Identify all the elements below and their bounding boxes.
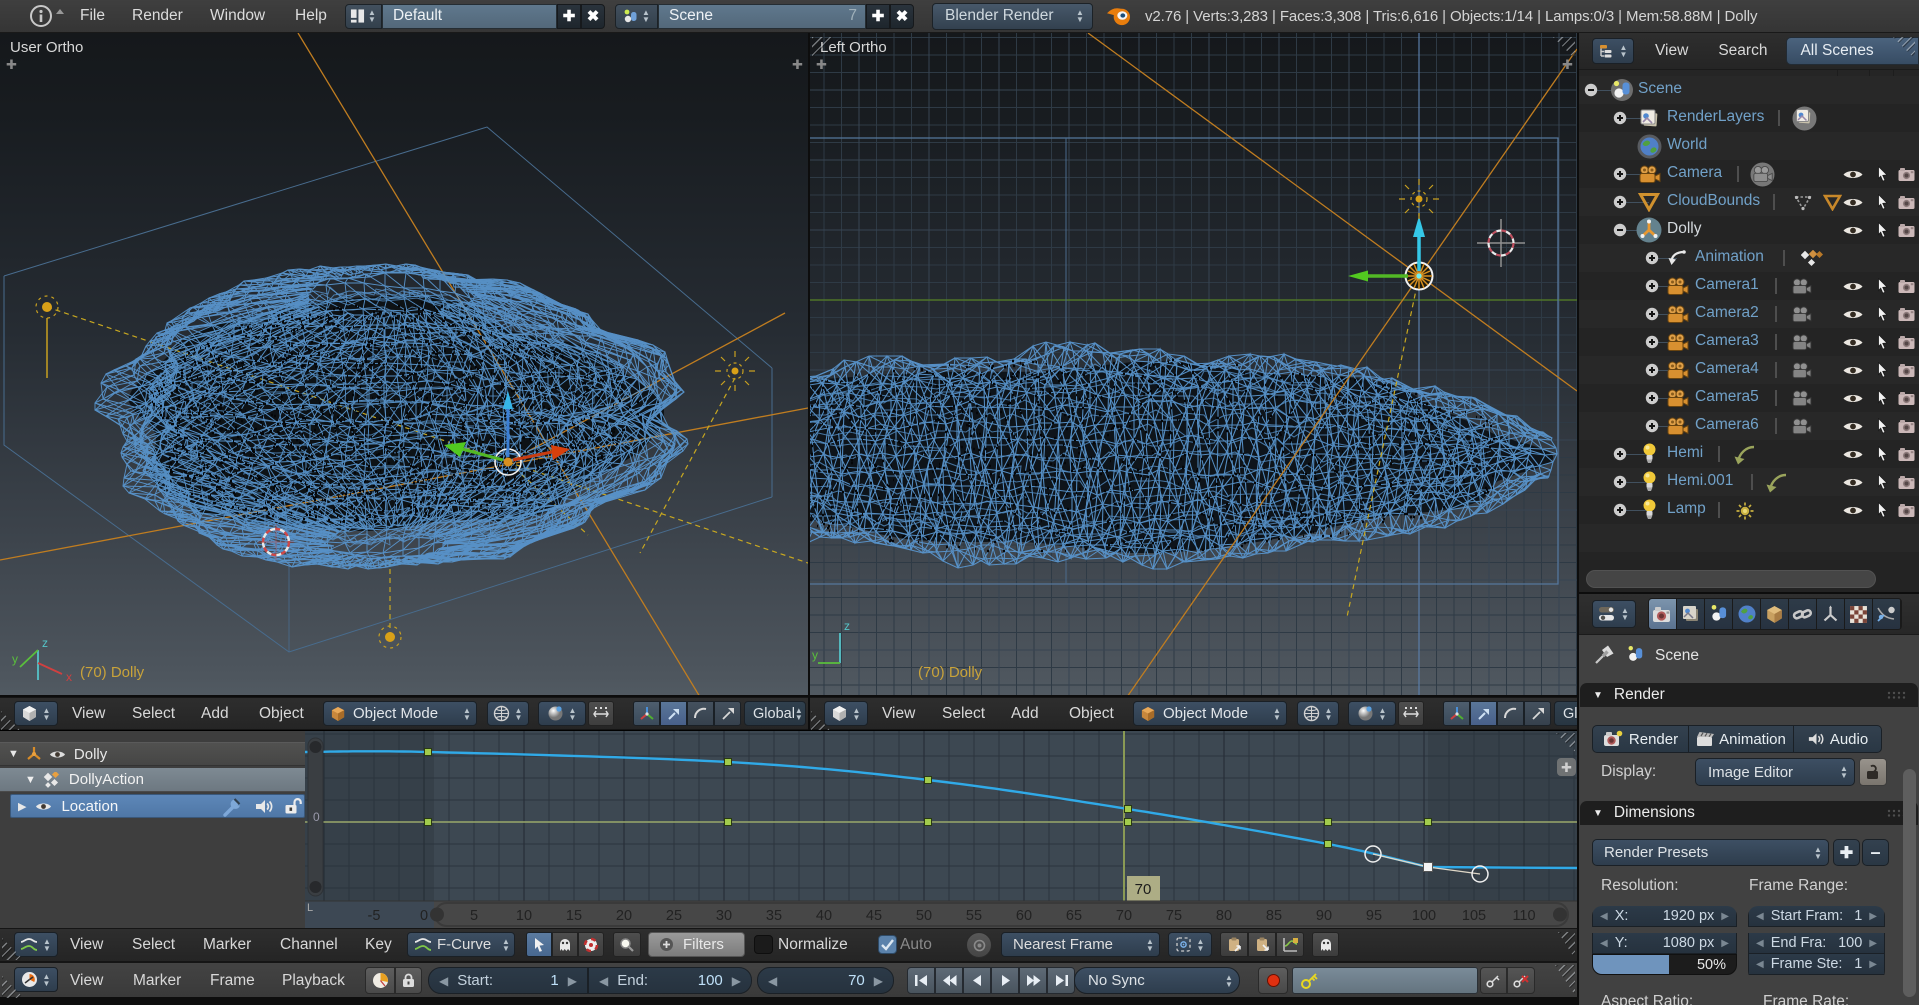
svg-text:65: 65 bbox=[1066, 908, 1082, 924]
svg-text:85: 85 bbox=[1266, 908, 1282, 924]
svg-text:25: 25 bbox=[666, 908, 682, 924]
svg-text:80: 80 bbox=[1216, 908, 1232, 924]
svg-text:50: 50 bbox=[916, 908, 932, 924]
svg-text:100: 100 bbox=[1412, 908, 1436, 924]
svg-text:✚: ✚ bbox=[6, 57, 17, 72]
svg-text:5: 5 bbox=[470, 908, 478, 924]
svg-text:z: z bbox=[844, 619, 850, 633]
svg-text:✚: ✚ bbox=[1562, 57, 1573, 72]
svg-text:15: 15 bbox=[566, 908, 582, 924]
svg-text:-5: -5 bbox=[368, 908, 381, 924]
svg-text:0: 0 bbox=[313, 810, 320, 824]
svg-text:10: 10 bbox=[516, 908, 532, 924]
svg-text:40: 40 bbox=[816, 908, 832, 924]
svg-text:L: L bbox=[307, 902, 313, 914]
svg-text:y: y bbox=[812, 648, 818, 662]
svg-text:✚: ✚ bbox=[816, 57, 827, 72]
svg-text:x: x bbox=[66, 670, 72, 684]
svg-text:110: 110 bbox=[1512, 908, 1535, 924]
svg-text:✚: ✚ bbox=[1561, 760, 1572, 775]
svg-text:0: 0 bbox=[420, 908, 428, 924]
svg-text:75: 75 bbox=[1166, 908, 1182, 924]
svg-text:60: 60 bbox=[1016, 908, 1032, 924]
svg-text:z: z bbox=[42, 636, 48, 650]
svg-text:35: 35 bbox=[766, 908, 782, 924]
svg-text:95: 95 bbox=[1366, 908, 1382, 924]
svg-text:45: 45 bbox=[866, 908, 882, 924]
svg-text:55: 55 bbox=[966, 908, 982, 924]
svg-text:20: 20 bbox=[616, 908, 632, 924]
svg-text:30: 30 bbox=[716, 908, 732, 924]
svg-text:y: y bbox=[12, 652, 18, 666]
svg-text:70: 70 bbox=[1135, 881, 1152, 898]
svg-text:105: 105 bbox=[1462, 908, 1486, 924]
svg-text:✚: ✚ bbox=[792, 57, 803, 72]
svg-text:70: 70 bbox=[1116, 908, 1132, 924]
svg-text:90: 90 bbox=[1316, 908, 1332, 924]
